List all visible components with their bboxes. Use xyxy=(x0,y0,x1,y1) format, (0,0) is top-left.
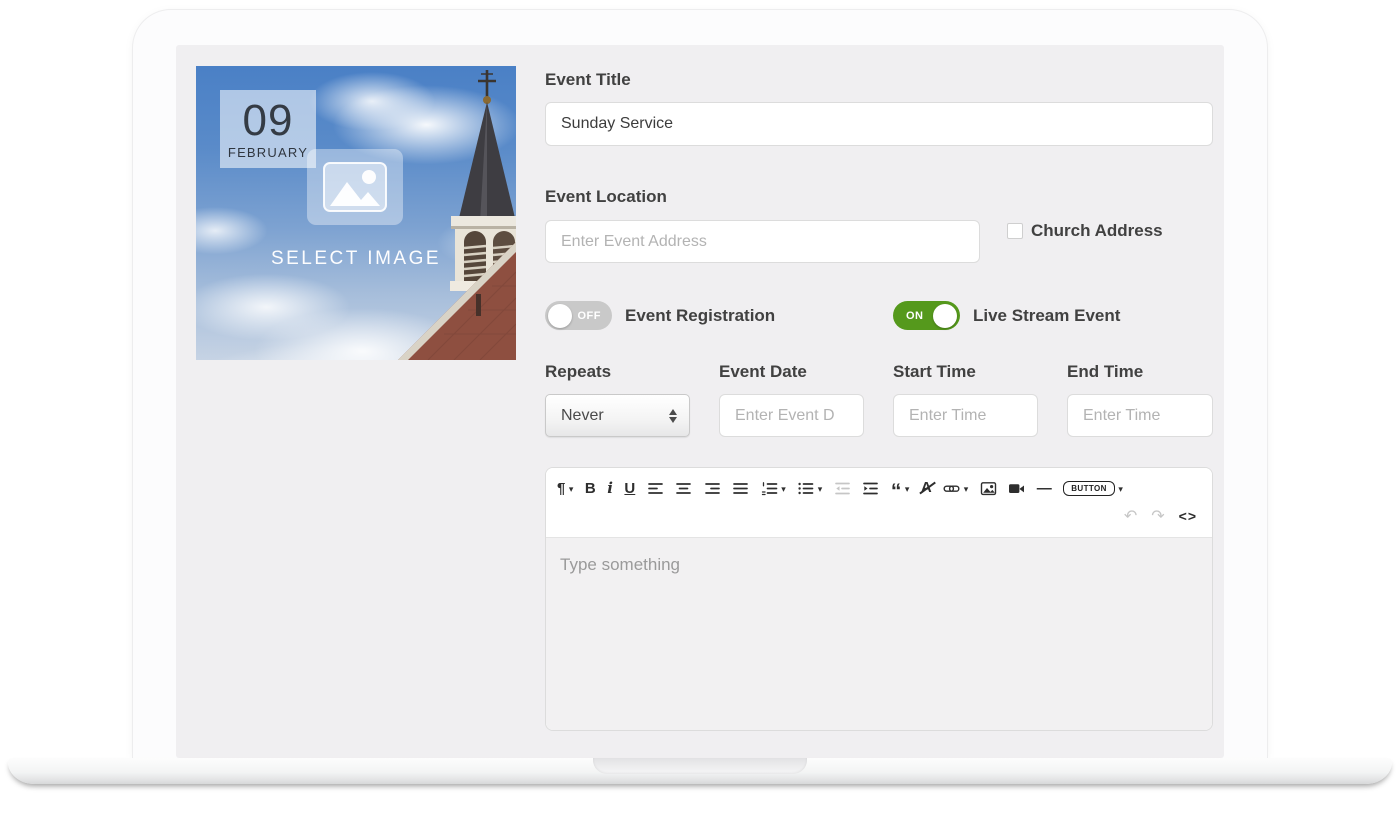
date-day: 09 xyxy=(242,95,294,145)
insert-link-icon xyxy=(943,480,960,497)
event-date-input[interactable] xyxy=(719,394,864,437)
quote-button[interactable]: “▾ xyxy=(890,480,910,503)
event-registration-toggle[interactable]: OFF xyxy=(545,301,612,330)
rich-text-editor: ¶ ▾ Bi U ▾ ▾ “▾ A ▾ — BUTTON ▾ ↶ ↷ <> Type something xyxy=(545,467,1213,731)
editor-content[interactable]: Type something xyxy=(546,538,1212,730)
insert-video-icon xyxy=(1008,480,1025,497)
laptop-base-notch xyxy=(593,758,807,774)
insert-image-button[interactable] xyxy=(980,480,997,497)
paragraph-format-button[interactable]: ¶ ▾ xyxy=(557,480,573,497)
chevron-down-icon: ▾ xyxy=(781,483,786,494)
paragraph-format-icon: ¶ xyxy=(557,479,566,497)
repeats-label: Repeats xyxy=(545,362,612,381)
underline-icon: U xyxy=(624,479,636,497)
church-address-checkbox[interactable] xyxy=(1007,223,1023,239)
end-time-input[interactable] xyxy=(1067,394,1213,437)
insert-image-icon xyxy=(980,480,997,497)
redo-icon: ↷ xyxy=(1151,507,1165,525)
toggle-knob xyxy=(548,303,572,328)
align-center-button[interactable] xyxy=(675,480,692,497)
repeats-select[interactable]: Never xyxy=(545,394,690,437)
insert-link-button[interactable]: ▾ xyxy=(943,480,968,497)
clear-formatting-icon: A xyxy=(920,479,932,496)
event-date-badge: 09 FEBRUARY xyxy=(220,90,316,168)
redo-button[interactable]: ↷ xyxy=(1151,508,1164,525)
align-justify-button[interactable] xyxy=(732,480,749,497)
chevron-down-icon: ▾ xyxy=(1118,483,1123,494)
indent-icon xyxy=(862,480,879,497)
chevron-down-icon: ▾ xyxy=(568,483,574,494)
toggle-knob xyxy=(933,303,957,328)
align-center-icon xyxy=(675,480,692,497)
undo-button[interactable]: ↶ xyxy=(1124,508,1137,525)
horizontal-line-button[interactable]: — xyxy=(1037,480,1052,497)
event-title-input[interactable] xyxy=(545,102,1213,146)
align-right-icon xyxy=(704,480,721,497)
toolbar-row-2: ↶ ↷ <> xyxy=(557,501,1201,533)
event-title-label: Event Title xyxy=(545,70,631,89)
editor-toolbar: ¶ ▾ Bi U ▾ ▾ “▾ A ▾ — BUTTON ▾ ↶ ↷ <> xyxy=(546,468,1212,537)
code-view-icon: <> xyxy=(1178,507,1197,524)
ordered-list-button[interactable]: ▾ xyxy=(761,480,786,497)
code-view-button[interactable]: <> xyxy=(1179,508,1197,525)
event-registration-row: OFF Event Registration xyxy=(545,301,775,330)
toggle-state-label: OFF xyxy=(577,309,601,322)
repeats-select-value: Never xyxy=(561,406,604,424)
italic-button[interactable]: i xyxy=(607,478,613,497)
quote-icon: “ xyxy=(890,480,902,503)
insert-button-button[interactable]: BUTTON ▾ xyxy=(1063,480,1123,496)
italic-icon: i xyxy=(607,478,613,497)
insert-video-button[interactable] xyxy=(1008,480,1025,497)
laptop-base xyxy=(8,758,1392,784)
select-image-label[interactable]: SELECT IMAGE xyxy=(196,248,516,270)
align-left-icon xyxy=(647,480,664,497)
event-registration-label: Event Registration xyxy=(625,305,776,325)
select-arrows-icon xyxy=(669,408,677,423)
live-stream-toggle[interactable]: ON xyxy=(893,301,960,330)
live-stream-row: ON Live Stream Event xyxy=(893,301,1120,330)
outdent-icon xyxy=(834,480,851,497)
horizontal-line-icon: — xyxy=(1036,479,1052,497)
church-address-label: Church Address xyxy=(1031,221,1163,240)
ordered-list-icon xyxy=(761,480,778,497)
date-month: FEBRUARY xyxy=(227,144,309,160)
unordered-list-button[interactable]: ▾ xyxy=(797,480,822,497)
toggle-state-label: ON xyxy=(906,309,924,322)
church-address-row: Church Address xyxy=(1007,221,1163,241)
bold-button[interactable]: B xyxy=(585,480,596,497)
image-placeholder-icon[interactable] xyxy=(307,149,403,225)
toolbar-row-1: ¶ ▾ Bi U ▾ ▾ “▾ A ▾ — BUTTON ▾ xyxy=(557,475,1201,503)
event-date-label: Event Date xyxy=(719,362,807,381)
underline-button[interactable]: U xyxy=(624,480,635,497)
end-time-label: End Time xyxy=(1067,362,1144,381)
event-location-input[interactable] xyxy=(545,220,980,263)
align-justify-icon xyxy=(732,480,749,497)
start-time-label: Start Time xyxy=(893,362,976,381)
event-location-label: Event Location xyxy=(545,187,667,206)
chevron-down-icon: ▾ xyxy=(904,483,910,494)
laptop-mockup: 09 FEBRUARY SELECT IMAGE Event Title Eve… xyxy=(0,0,1400,837)
laptop-screen: 09 FEBRUARY SELECT IMAGE Event Title Eve… xyxy=(176,45,1224,758)
unordered-list-icon xyxy=(797,480,814,497)
chevron-down-icon: ▾ xyxy=(963,483,969,494)
indent-button[interactable] xyxy=(862,480,879,497)
clear-formatting-button[interactable]: A xyxy=(921,479,932,497)
insert-button-icon: BUTTON xyxy=(1063,480,1115,496)
laptop-screen-shell: 09 FEBRUARY SELECT IMAGE Event Title Eve… xyxy=(133,10,1267,758)
live-stream-label: Live Stream Event xyxy=(973,305,1121,325)
undo-icon: ↶ xyxy=(1123,507,1138,525)
bold-icon: B xyxy=(584,479,596,497)
align-right-button[interactable] xyxy=(704,480,721,497)
chevron-down-icon: ▾ xyxy=(817,483,823,494)
start-time-input[interactable] xyxy=(893,394,1038,437)
outdent-button[interactable] xyxy=(834,480,851,497)
event-image-picker[interactable]: 09 FEBRUARY SELECT IMAGE xyxy=(196,66,516,360)
align-left-button[interactable] xyxy=(647,480,664,497)
